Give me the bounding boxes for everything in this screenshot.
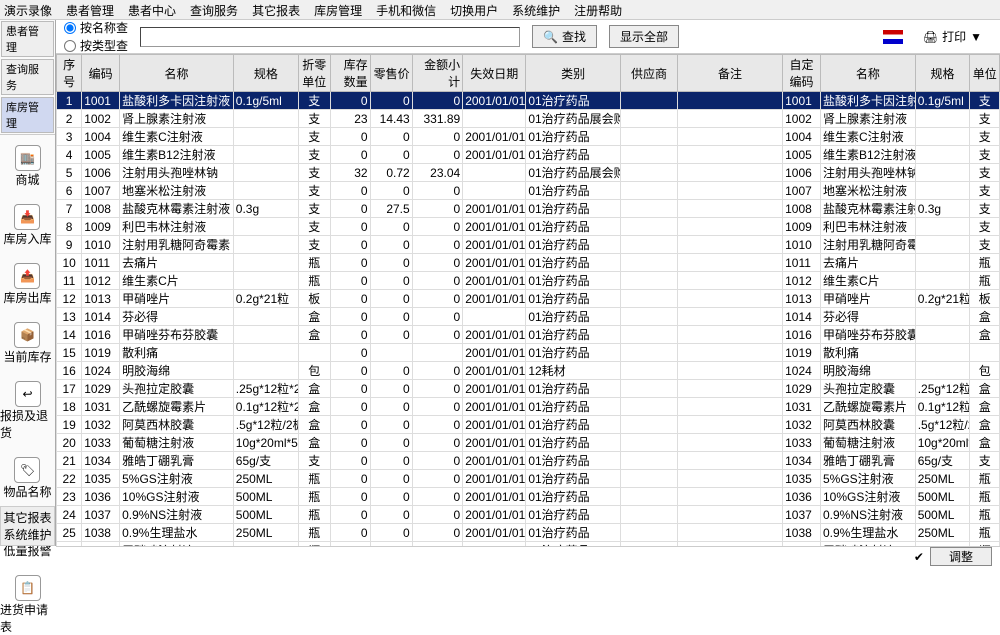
sidebar-icon: 🏷 — [14, 457, 40, 483]
sidebar-item[interactable]: 🏷物品名称 — [3, 457, 51, 500]
table-row[interactable]: 131014芬必得盒00001治疗药品1014芬必得盒 — [57, 308, 1000, 326]
table-row[interactable]: 161024明胶海绵包0002001/01/0112耗材1024明胶海绵包 — [57, 362, 1000, 380]
column-header[interactable]: 编码 — [82, 55, 120, 92]
column-header[interactable]: 类别 — [526, 55, 621, 92]
table-row[interactable]: 11001盐酸利多卡因注射液0.1g/5ml支0002001/01/0101治疗… — [57, 92, 1000, 110]
column-header[interactable]: 失效日期 — [463, 55, 526, 92]
dropdown-icon: ▼ — [970, 30, 982, 44]
search-button[interactable]: 🔍查找 — [532, 25, 597, 48]
column-header[interactable]: 库存数量 — [330, 55, 370, 92]
table-row[interactable]: 51006注射用头孢唑林钠支320.7223.0401治疗药品展会购买1006注… — [57, 164, 1000, 182]
table-row[interactable]: 171029头孢拉定胶囊.25g*12粒*2板盒0002001/01/0101治… — [57, 380, 1000, 398]
table-row[interactable]: 91010注射用乳糖阿奇霉素支0002001/01/0101治疗药品1010注射… — [57, 236, 1000, 254]
adjust-button[interactable]: 调整 — [930, 547, 992, 566]
menu-item[interactable]: 切换用户 — [450, 2, 498, 17]
menu-item[interactable]: 其它报表 — [252, 2, 300, 17]
table-row[interactable]: 2510380.9%生理盐水250ML瓶0002001/01/0101治疗药品1… — [57, 524, 1000, 542]
tab-storeroom[interactable]: 库房管理 — [1, 97, 54, 133]
sidebar-item[interactable]: ↩报损及退货 — [0, 381, 55, 441]
column-header[interactable]: 金额小计 — [412, 55, 463, 92]
sidebar-item[interactable]: 🏬商城 — [15, 145, 41, 188]
column-header[interactable]: 备注 — [677, 55, 782, 92]
menu-item[interactable]: 患者中心 — [128, 2, 176, 17]
flag-icon — [883, 30, 903, 44]
binoculars-icon: 🔍 — [543, 30, 558, 44]
side-bottom-sys[interactable]: 系统维护 — [3, 526, 52, 543]
menu-item[interactable]: 库房管理 — [314, 2, 362, 17]
column-header[interactable]: 规格 — [233, 55, 298, 92]
column-header[interactable]: 序号 — [57, 55, 82, 92]
table-row[interactable]: 151019散利痛02001/01/0101治疗药品1019散利痛 — [57, 344, 1000, 362]
footer: ✔ 调整 — [56, 546, 1000, 566]
table-row[interactable]: 211034雅皓丁硼乳膏65g/支支0002001/01/0101治疗药品103… — [57, 452, 1000, 470]
sidebar-item[interactable]: 📤库房出库 — [3, 263, 51, 306]
menu-item[interactable]: 查询服务 — [190, 2, 238, 17]
radio-by-name[interactable]: 按名称查 — [64, 19, 128, 36]
table-row[interactable]: 41005维生素B12注射液支0002001/01/0101治疗药品1005维生… — [57, 146, 1000, 164]
sidebar-icon: ↩ — [15, 381, 41, 407]
table-row[interactable]: 101011去痛片瓶0002001/01/0101治疗药品1011去痛片瓶 — [57, 254, 1000, 272]
printer-icon: 🖨 — [923, 30, 938, 44]
column-header[interactable]: 名称 — [820, 55, 915, 92]
table-row[interactable]: 2410370.9%NS注射液500ML瓶0002001/01/0101治疗药品… — [57, 506, 1000, 524]
column-header[interactable]: 规格 — [915, 55, 970, 92]
tab-query[interactable]: 查询服务 — [1, 59, 54, 95]
menu-item[interactable]: 系统维护 — [512, 2, 560, 17]
table-row[interactable]: 111012维生素C片瓶0002001/01/0101治疗药品1012维生素C片… — [57, 272, 1000, 290]
sidebar-item[interactable]: 📦当前库存 — [3, 322, 51, 365]
sidebar-icon: 🏬 — [15, 145, 41, 171]
table-row[interactable]: 81009利巴韦林注射液支0002001/01/0101治疗药品1009利巴韦林… — [57, 218, 1000, 236]
side-bottom-other[interactable]: 其它报表 — [3, 509, 52, 526]
tab-patient-mgmt[interactable]: 患者管理 — [1, 21, 54, 57]
menu-item[interactable]: 患者管理 — [66, 2, 114, 17]
table-row[interactable]: 31004维生素C注射液支0002001/01/0101治疗药品1004维生素C… — [57, 128, 1000, 146]
table-row[interactable]: 61007地塞米松注射液支00001治疗药品1007地塞米松注射液支 — [57, 182, 1000, 200]
sidebar-icon: 📋 — [15, 575, 41, 601]
adjust-icon: ✔ — [914, 550, 924, 564]
menu-item[interactable]: 演示录像 — [4, 2, 52, 17]
column-header[interactable]: 单位 — [970, 55, 1000, 92]
table-row[interactable]: 71008盐酸克林霉素注射液0.3g支027.502001/01/0101治疗药… — [57, 200, 1000, 218]
column-header[interactable]: 折零单位 — [299, 55, 331, 92]
sidebar-icon: 📤 — [14, 263, 40, 289]
table-row[interactable]: 2210355%GS注射液250ML瓶0002001/01/0101治疗药品10… — [57, 470, 1000, 488]
menu-item[interactable]: 手机和微信 — [376, 2, 436, 17]
sidebar-icon: 📥 — [14, 204, 40, 230]
sidebar-icon: 📦 — [14, 322, 40, 348]
column-header[interactable]: 供应商 — [621, 55, 678, 92]
table-row[interactable]: 23103610%GS注射液500ML瓶0002001/01/0101治疗药品1… — [57, 488, 1000, 506]
table-row[interactable]: 191032阿莫西林胶囊.5g*12粒/2板盒0002001/01/0101治疗… — [57, 416, 1000, 434]
toolbar: 按名称查 按类型查 🔍查找 显示全部 🖨打印 ▼ — [56, 20, 1000, 54]
sidebar-item[interactable]: 📋进货申请表 — [0, 575, 55, 635]
show-all-button[interactable]: 显示全部 — [609, 25, 679, 48]
print-button[interactable]: 🖨打印 ▼ — [913, 26, 992, 47]
menubar: 演示录像患者管理患者中心查询服务其它报表库房管理手机和微信切换用户系统维护注册帮… — [0, 0, 1000, 20]
search-input[interactable] — [140, 27, 520, 47]
table-row[interactable]: 181031乙酰螺旋霉素片0.1g*12粒*2板盒0002001/01/0101… — [57, 398, 1000, 416]
table-row[interactable]: 141016甲硝唑芬布芬胶囊盒0002001/01/0101治疗药品1016甲硝… — [57, 326, 1000, 344]
table-row[interactable]: 21002肾上腺素注射液支2314.43331.8901治疗药品展会购买1002… — [57, 110, 1000, 128]
inventory-table-wrap[interactable]: 序号编码名称规格折零单位库存数量零售价金额小计失效日期类别供应商备注自定编码名称… — [56, 54, 1000, 546]
table-row[interactable]: 201033葡萄糖注射液10g*20ml*5支盒0002001/01/0101治… — [57, 434, 1000, 452]
menu-item[interactable]: 注册帮助 — [574, 2, 622, 17]
inventory-table: 序号编码名称规格折零单位库存数量零售价金额小计失效日期类别供应商备注自定编码名称… — [56, 54, 1000, 546]
left-panel: 患者管理 查询服务 库房管理 🏬商城 📥库房入库 📤库房出库 📦当前库存 ↩报损及退货 🏷… — [0, 20, 56, 546]
column-header[interactable]: 零售价 — [370, 55, 412, 92]
column-header[interactable]: 名称 — [120, 55, 234, 92]
column-header[interactable]: 自定编码 — [783, 55, 821, 92]
radio-by-type[interactable]: 按类型查 — [64, 37, 128, 54]
table-row[interactable]: 121013甲硝唑片0.2g*21粒板0002001/01/0101治疗药品10… — [57, 290, 1000, 308]
sidebar-item[interactable]: 📥库房入库 — [3, 204, 51, 247]
